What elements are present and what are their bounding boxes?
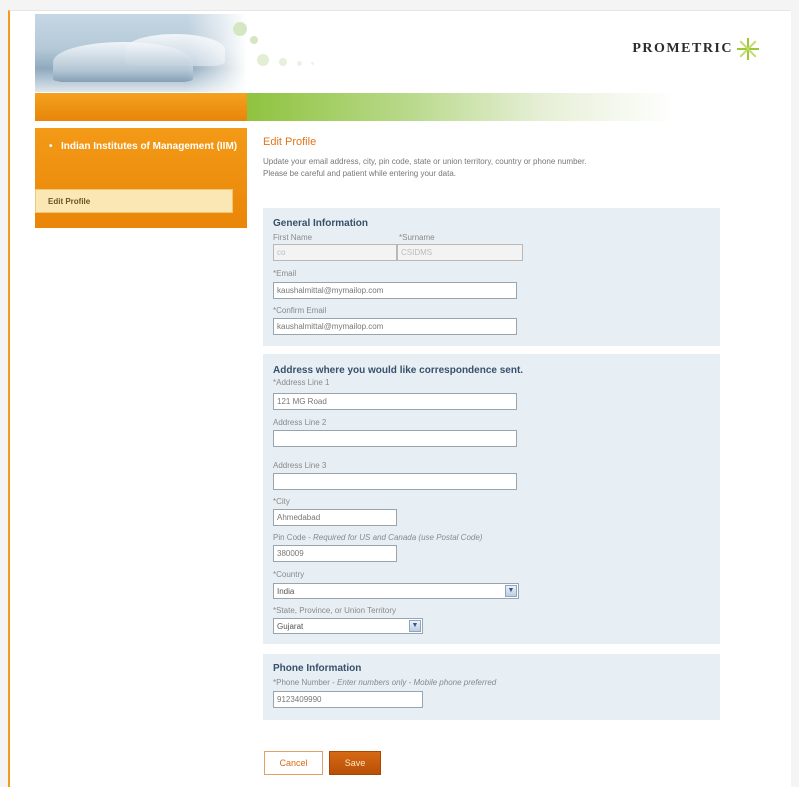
intro-line-2: Please be careful and patient while ente… xyxy=(263,169,457,178)
sidebar: • Indian Institutes of Management (IIM) xyxy=(35,128,247,228)
general-info-heading: General Information xyxy=(273,218,369,229)
header-band xyxy=(35,93,781,121)
phone-panel: Phone Information *Phone Number - Enter … xyxy=(263,654,720,720)
city-label: *City xyxy=(273,497,290,506)
pin-code-label-text: Pin Code - xyxy=(273,533,314,542)
surname-label: *Surname xyxy=(399,233,435,242)
phone-field[interactable]: 9123409990 xyxy=(273,691,423,708)
chevron-down-icon[interactable]: ▼ xyxy=(409,620,421,632)
cancel-button[interactable]: Cancel xyxy=(264,751,323,775)
sidebar-title[interactable]: • Indian Institutes of Management (IIM) xyxy=(49,140,239,154)
state-select[interactable]: Gujarat ▼ xyxy=(273,618,423,634)
email-label: *Email xyxy=(273,269,297,278)
phone-heading: Phone Information xyxy=(273,663,362,674)
address-line3-field[interactable] xyxy=(273,473,517,490)
band-orange xyxy=(35,93,247,121)
confirm-email-label: *Confirm Email xyxy=(273,306,327,315)
address-line1-label: *Address Line 1 xyxy=(273,378,330,387)
sidebar-item-edit-profile[interactable]: Edit Profile xyxy=(35,189,233,213)
address-line1-field[interactable]: 121 MG Road xyxy=(273,393,517,410)
phone-label-text: *Phone Number - xyxy=(273,678,338,687)
sidebar-title-text: Indian Institutes of Management (IIM) xyxy=(61,141,238,152)
pin-code-note: Required for US and Canada (use Postal C… xyxy=(313,533,483,542)
intro-text: Update your email address, city, pin cod… xyxy=(263,156,683,180)
phone-label: *Phone Number - Enter numbers only - Mob… xyxy=(273,678,496,687)
city-field[interactable]: Ahmedabad xyxy=(273,509,397,526)
header-banner-image xyxy=(35,14,247,92)
email-field[interactable]: kaushalmittal@mymailop.com xyxy=(273,282,517,299)
first-name-label: First Name xyxy=(273,233,313,242)
address-panel: Address where you would like corresponde… xyxy=(263,354,720,644)
intro-line-1: Update your email address, city, pin cod… xyxy=(263,157,587,166)
header: PROMETRIC xyxy=(35,14,781,92)
country-select-value: India xyxy=(277,587,295,596)
phone-note: Enter numbers only - Mobile phone prefer… xyxy=(337,678,497,687)
general-info-panel: General Information First Name *Surname … xyxy=(263,208,720,346)
address-line3-label: Address Line 3 xyxy=(273,461,327,470)
address-heading: Address where you would like corresponde… xyxy=(273,365,524,376)
page-title: Edit Profile xyxy=(263,136,317,148)
country-label: *Country xyxy=(273,570,305,579)
country-select[interactable]: India ▼ xyxy=(273,583,519,599)
confirm-email-field[interactable]: kaushalmittal@mymailop.com xyxy=(273,318,517,335)
address-line2-field[interactable] xyxy=(273,430,517,447)
bullet-icon: • xyxy=(49,141,53,152)
address-line2-label: Address Line 2 xyxy=(273,418,327,427)
state-label: *State, Province, or Union Territory xyxy=(273,606,397,615)
prometric-logo[interactable]: PROMETRIC xyxy=(632,38,759,60)
starburst-icon xyxy=(737,38,759,60)
save-button[interactable]: Save xyxy=(329,751,381,775)
surname-field[interactable]: CSIDMS xyxy=(397,244,523,261)
first-name-field[interactable]: co xyxy=(273,244,397,261)
state-select-value: Gujarat xyxy=(277,622,304,631)
pin-code-field[interactable]: 380009 xyxy=(273,545,397,562)
band-green xyxy=(247,93,781,121)
chevron-down-icon[interactable]: ▼ xyxy=(505,585,517,597)
pin-code-label: Pin Code - Required for US and Canada (u… xyxy=(273,533,482,542)
logo-text: PROMETRIC xyxy=(632,41,733,56)
